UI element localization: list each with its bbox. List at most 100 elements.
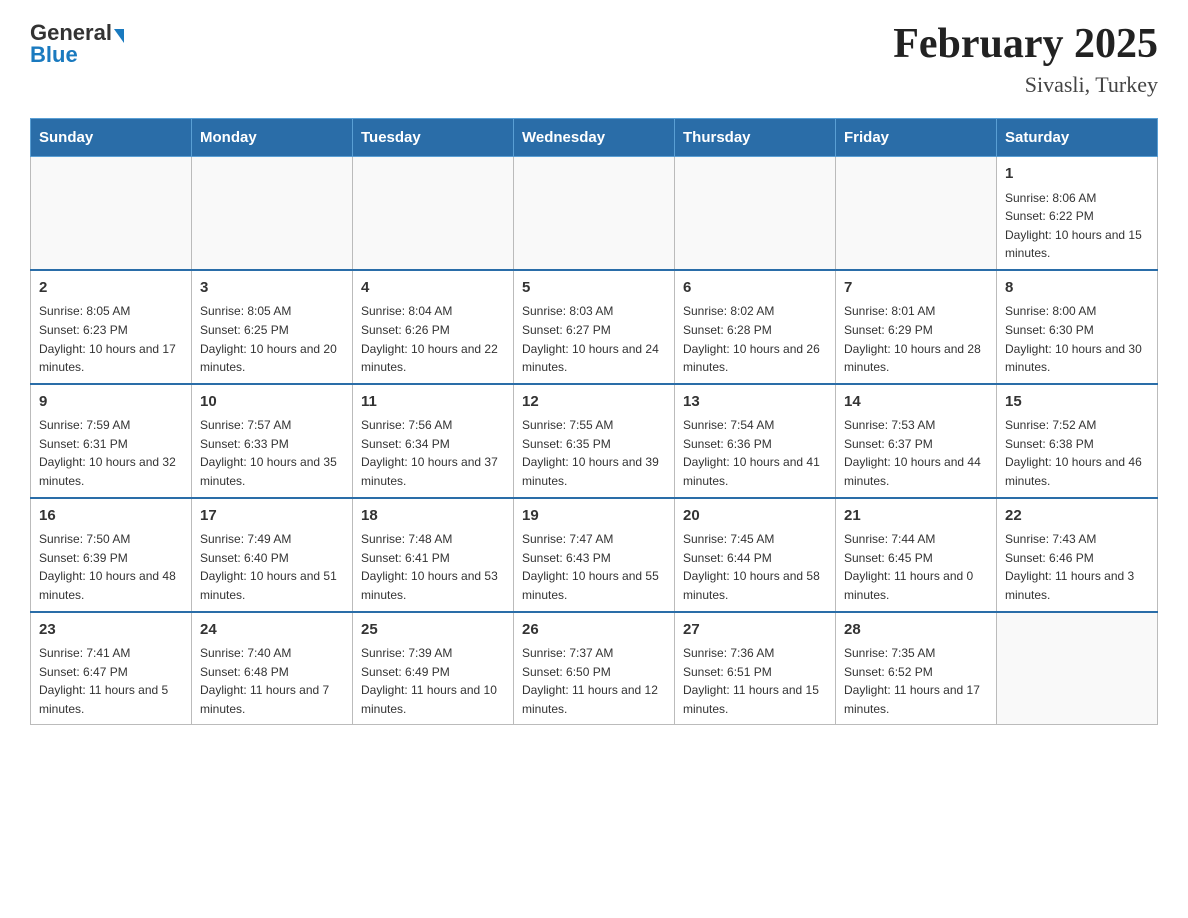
calendar-header: SundayMondayTuesdayWednesdayThursdayFrid… [31, 119, 1158, 157]
day-info: Sunrise: 7:36 AMSunset: 6:51 PMDaylight:… [683, 644, 827, 718]
calendar-cell [675, 157, 836, 270]
day-info: Sunrise: 7:52 AMSunset: 6:38 PMDaylight:… [1005, 416, 1149, 490]
day-info: Sunrise: 7:50 AMSunset: 6:39 PMDaylight:… [39, 530, 183, 604]
calendar-cell [997, 612, 1158, 725]
day-number: 2 [39, 277, 183, 300]
day-info: Sunrise: 7:47 AMSunset: 6:43 PMDaylight:… [522, 530, 666, 604]
calendar-cell [514, 157, 675, 270]
calendar-cell: 10Sunrise: 7:57 AMSunset: 6:33 PMDayligh… [192, 384, 353, 498]
calendar-cell: 6Sunrise: 8:02 AMSunset: 6:28 PMDaylight… [675, 270, 836, 384]
day-number: 15 [1005, 391, 1149, 414]
title-block: February 2025 Sivasli, Turkey [893, 20, 1158, 98]
day-info: Sunrise: 7:43 AMSunset: 6:46 PMDaylight:… [1005, 530, 1149, 604]
day-info: Sunrise: 8:00 AMSunset: 6:30 PMDaylight:… [1005, 302, 1149, 376]
calendar-cell: 15Sunrise: 7:52 AMSunset: 6:38 PMDayligh… [997, 384, 1158, 498]
calendar-cell [353, 157, 514, 270]
calendar-cell: 25Sunrise: 7:39 AMSunset: 6:49 PMDayligh… [353, 612, 514, 725]
day-number: 28 [844, 619, 988, 642]
calendar-cell [31, 157, 192, 270]
calendar-week-1: 1 Sunrise: 8:06 AMSunset: 6:22 PMDaylight… [31, 157, 1158, 270]
day-number: 12 [522, 391, 666, 414]
day-number: 22 [1005, 505, 1149, 528]
weekday-header-wednesday: Wednesday [514, 119, 675, 157]
day-number: 8 [1005, 277, 1149, 300]
calendar-cell: 5Sunrise: 8:03 AMSunset: 6:27 PMDaylight… [514, 270, 675, 384]
day-info: Sunrise: 7:40 AMSunset: 6:48 PMDaylight:… [200, 644, 344, 718]
calendar-cell: 11Sunrise: 7:56 AMSunset: 6:34 PMDayligh… [353, 384, 514, 498]
day-number: 20 [683, 505, 827, 528]
day-info: Sunrise: 7:53 AMSunset: 6:37 PMDaylight:… [844, 416, 988, 490]
day-info: Sunrise: 7:45 AMSunset: 6:44 PMDaylight:… [683, 530, 827, 604]
calendar-cell: 8Sunrise: 8:00 AMSunset: 6:30 PMDaylight… [997, 270, 1158, 384]
calendar-cell: 27Sunrise: 7:36 AMSunset: 6:51 PMDayligh… [675, 612, 836, 725]
day-number: 11 [361, 391, 505, 414]
day-info: Sunrise: 7:48 AMSunset: 6:41 PMDaylight:… [361, 530, 505, 604]
calendar-cell: 9Sunrise: 7:59 AMSunset: 6:31 PMDaylight… [31, 384, 192, 498]
calendar-cell: 4Sunrise: 8:04 AMSunset: 6:26 PMDaylight… [353, 270, 514, 384]
day-number: 5 [522, 277, 666, 300]
day-number: 13 [683, 391, 827, 414]
calendar-cell: 3Sunrise: 8:05 AMSunset: 6:25 PMDaylight… [192, 270, 353, 384]
day-info: Sunrise: 7:41 AMSunset: 6:47 PMDaylight:… [39, 644, 183, 718]
calendar-cell: 24Sunrise: 7:40 AMSunset: 6:48 PMDayligh… [192, 612, 353, 725]
day-number: 21 [844, 505, 988, 528]
day-number: 16 [39, 505, 183, 528]
page-header: General Blue February 2025 Sivasli, Turk… [30, 20, 1158, 98]
weekday-header-monday: Monday [192, 119, 353, 157]
calendar-cell: 14Sunrise: 7:53 AMSunset: 6:37 PMDayligh… [836, 384, 997, 498]
day-number: 25 [361, 619, 505, 642]
weekday-header-thursday: Thursday [675, 119, 836, 157]
calendar-cell: 16Sunrise: 7:50 AMSunset: 6:39 PMDayligh… [31, 498, 192, 612]
logo-blue-text: Blue [30, 42, 78, 68]
calendar-week-4: 16Sunrise: 7:50 AMSunset: 6:39 PMDayligh… [31, 498, 1158, 612]
calendar-cell: 1 Sunrise: 8:06 AMSunset: 6:22 PMDaylight… [997, 157, 1158, 270]
calendar-cell [836, 157, 997, 270]
calendar-subtitle: Sivasli, Turkey [893, 72, 1158, 98]
day-info: Sunrise: 7:57 AMSunset: 6:33 PMDaylight:… [200, 416, 344, 490]
day-info: Sunrise: 8:06 AMSunset: 6:22 PMDaylight:… [1005, 189, 1149, 263]
day-number: 14 [844, 391, 988, 414]
day-info: Sunrise: 8:05 AMSunset: 6:23 PMDaylight:… [39, 302, 183, 376]
day-info: Sunrise: 7:35 AMSunset: 6:52 PMDaylight:… [844, 644, 988, 718]
day-number: 1 [1005, 163, 1149, 186]
calendar-cell: 20Sunrise: 7:45 AMSunset: 6:44 PMDayligh… [675, 498, 836, 612]
calendar-cell: 28Sunrise: 7:35 AMSunset: 6:52 PMDayligh… [836, 612, 997, 725]
day-number: 9 [39, 391, 183, 414]
calendar-cell: 17Sunrise: 7:49 AMSunset: 6:40 PMDayligh… [192, 498, 353, 612]
day-number: 10 [200, 391, 344, 414]
calendar-table: SundayMondayTuesdayWednesdayThursdayFrid… [30, 118, 1158, 725]
day-number: 23 [39, 619, 183, 642]
day-number: 26 [522, 619, 666, 642]
day-number: 27 [683, 619, 827, 642]
calendar-title: February 2025 [893, 20, 1158, 68]
day-info: Sunrise: 7:54 AMSunset: 6:36 PMDaylight:… [683, 416, 827, 490]
day-info: Sunrise: 7:55 AMSunset: 6:35 PMDaylight:… [522, 416, 666, 490]
day-number: 19 [522, 505, 666, 528]
day-info: Sunrise: 7:59 AMSunset: 6:31 PMDaylight:… [39, 416, 183, 490]
calendar-cell: 23Sunrise: 7:41 AMSunset: 6:47 PMDayligh… [31, 612, 192, 725]
day-info: Sunrise: 7:49 AMSunset: 6:40 PMDaylight:… [200, 530, 344, 604]
weekday-header-friday: Friday [836, 119, 997, 157]
logo: General Blue [30, 20, 124, 68]
calendar-cell: 7Sunrise: 8:01 AMSunset: 6:29 PMDaylight… [836, 270, 997, 384]
logo-triangle-icon [114, 29, 124, 43]
calendar-cell: 19Sunrise: 7:47 AMSunset: 6:43 PMDayligh… [514, 498, 675, 612]
day-number: 18 [361, 505, 505, 528]
day-info: Sunrise: 8:04 AMSunset: 6:26 PMDaylight:… [361, 302, 505, 376]
day-info: Sunrise: 7:56 AMSunset: 6:34 PMDaylight:… [361, 416, 505, 490]
calendar-cell: 21Sunrise: 7:44 AMSunset: 6:45 PMDayligh… [836, 498, 997, 612]
day-number: 3 [200, 277, 344, 300]
calendar-cell: 13Sunrise: 7:54 AMSunset: 6:36 PMDayligh… [675, 384, 836, 498]
calendar-body: 1 Sunrise: 8:06 AMSunset: 6:22 PMDaylight… [31, 157, 1158, 725]
day-info: Sunrise: 8:01 AMSunset: 6:29 PMDaylight:… [844, 302, 988, 376]
weekday-header-row: SundayMondayTuesdayWednesdayThursdayFrid… [31, 119, 1158, 157]
calendar-cell: 2Sunrise: 8:05 AMSunset: 6:23 PMDaylight… [31, 270, 192, 384]
day-number: 7 [844, 277, 988, 300]
weekday-header-saturday: Saturday [997, 119, 1158, 157]
day-number: 4 [361, 277, 505, 300]
day-info: Sunrise: 7:44 AMSunset: 6:45 PMDaylight:… [844, 530, 988, 604]
calendar-cell: 22Sunrise: 7:43 AMSunset: 6:46 PMDayligh… [997, 498, 1158, 612]
day-number: 17 [200, 505, 344, 528]
day-info: Sunrise: 7:37 AMSunset: 6:50 PMDaylight:… [522, 644, 666, 718]
calendar-cell: 12Sunrise: 7:55 AMSunset: 6:35 PMDayligh… [514, 384, 675, 498]
